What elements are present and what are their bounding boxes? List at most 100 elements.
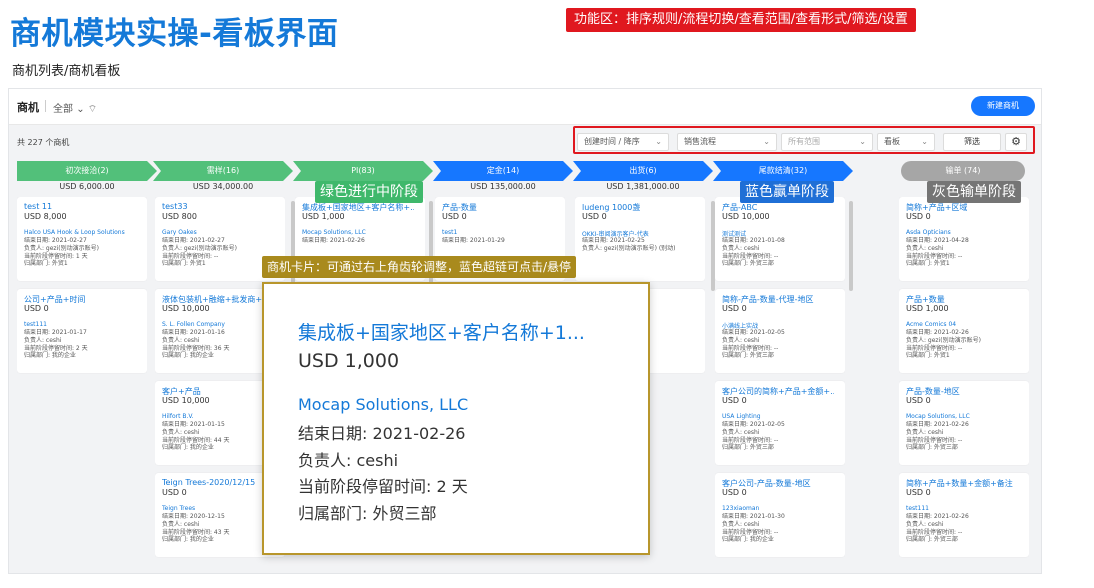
company-link[interactable]: Mocap Solutions, LLC (298, 395, 468, 414)
opportunity-name-link[interactable]: test 11 (24, 202, 136, 211)
card-detail-line: 归属部门: 我的企业 (722, 536, 774, 544)
opportunity-name-link[interactable]: Teign Trees-2020/12/15 (162, 478, 274, 487)
kanban-column: test 11 USD 8,000 Halco USA Hook & Loop So… (17, 197, 147, 573)
owner: 负责人: ceshi (298, 450, 399, 470)
company-link[interactable]: USA Lighting (722, 413, 834, 420)
stage-amount: USD 6,000.00 (59, 182, 115, 191)
card-detail-line: 负责人: ceshi (906, 520, 944, 528)
company-link[interactable]: Gary Oakes (162, 229, 274, 236)
card-detail-line: 结束日期: 2021-04-28 (906, 237, 969, 244)
opportunity-card[interactable]: 简称+产品+数量+金额+备注 USD 0 test111 结束日期: 2021-02-… (899, 473, 1029, 557)
card-details: 结束日期: 2021-02-26 负责人: ceshi 当前阶段停留时间: -- 归属… (906, 421, 1018, 452)
opportunity-card[interactable]: 产品+数量 USD 1,000 Acme Comics 04 结束日期: 2021-0… (899, 289, 1029, 373)
stage-4[interactable]: 出货(6) (573, 161, 713, 181)
card-details: 结束日期: 2021-02-25 负责人: gezi(别动演示账号) (别动) (582, 237, 694, 253)
opportunity-card[interactable]: 公司+产品+时间 USD 0 test111 结束日期: 2021-01-17 负责人:… (17, 289, 147, 373)
card-detail-line: 归属部门: 外贸三部 (722, 352, 774, 360)
card-detail-line: 负责人: ceshi (906, 428, 944, 436)
opportunity-amount: USD 0 (442, 212, 467, 221)
card-detail-line: 结束日期: 2021-01-16 (162, 329, 225, 336)
card-detail-line: 归属部门: 我的企业 (162, 444, 214, 452)
card-detail-line: 结束日期: 2021-01-17 (24, 329, 87, 336)
company-link[interactable]: Hilfort B.V. (162, 413, 274, 420)
card-details: 结束日期: 2021-02-05 负责人: ceshi 当前阶段停留时间: -- 归属… (722, 329, 834, 360)
card-detail-line: 结束日期: 2021-02-26 (906, 421, 969, 428)
card-detail-line: 负责人: ceshi (722, 244, 760, 252)
card-detail-line: 负责人: gezi(别动演示账号) (906, 336, 981, 344)
company-link[interactable]: test111 (24, 321, 136, 328)
opportunity-name-link[interactable]: 集成板+国家地区+客户名称+1... (298, 318, 628, 345)
opportunity-card[interactable]: 客户公司的简称+产品+金额+... USD 0 USA Lighting 结束日期: … (715, 381, 845, 465)
stage-1[interactable]: 需样(16) (153, 161, 293, 181)
card-details: 结束日期: 2021-01-29 (442, 237, 554, 245)
stage-5[interactable]: 尾款结清(32) (713, 161, 853, 181)
company-link[interactable]: Mocap Solutions, LLC (302, 229, 414, 236)
opportunity-card[interactable]: 产品-ABC USD 10,000 测试测试 结束日期: 2021-01-08 负责人:… (715, 197, 845, 281)
card-detail-line: 结束日期: 2020-12-15 (162, 513, 225, 520)
card-detail-line: 负责人: gezi(别动演示账号) (162, 244, 237, 252)
stage-stay-time: 当前阶段停留时间: 2 天 (298, 477, 468, 496)
opportunity-amount: USD 0 (582, 212, 607, 221)
company-link[interactable]: Acme Comics 04 (906, 321, 1018, 328)
card-detail-line: 结束日期: 2021-02-25 (582, 237, 645, 244)
page-subtitle: 商机列表/商机看板 (12, 64, 121, 79)
column-scrollbar[interactable] (849, 201, 853, 291)
app-header: 商机 全部 ⌄ ⌔ 新建商机 (9, 89, 1041, 125)
card-detail-line: 结束日期: 2021-02-27 (162, 237, 225, 244)
stage-3[interactable]: 定金(14) (433, 161, 573, 181)
card-details: 结束日期: 2021-02-26 (302, 237, 414, 245)
opportunity-card[interactable]: ludeng 1000盏 USD 0 OKKI-审阅演示客户-代表 结束日期: 202… (575, 197, 705, 281)
new-opportunity-button[interactable]: 新建商机 (971, 96, 1035, 116)
opportunity-card[interactable]: 客户公司-产品-数量-地区 USD 0 123xiaoman 结束日期: 2021-0… (715, 473, 845, 557)
card-detail-line: 负责人: ceshi (162, 428, 200, 436)
card-detail-line: 结束日期: 2021-02-05 (722, 329, 785, 336)
card-detail-line: 负责人: gezi(别动演示账号) (别动) (582, 244, 676, 252)
opportunity-amount: USD 10,000 (162, 396, 210, 405)
company-link[interactable]: S. L. Follen Company (162, 321, 274, 328)
card-detail-line: 负责人: gezi(别动演示账号) (24, 244, 99, 252)
blue-stage-annotation: 蓝色赢单阶段 (740, 181, 834, 203)
card-details: 结束日期: 2021-01-16 负责人: ceshi 当前阶段停留时间: 36 天… (162, 329, 274, 360)
opportunity-card[interactable]: test 11 USD 8,000 Halco USA Hook & Loop So… (17, 197, 147, 281)
company-link[interactable]: Mocap Solutions, LLC (906, 413, 1018, 420)
zoomed-opportunity-card[interactable]: 集成板+国家地区+客户名称+1... USD 1,000 Mocap Solut… (262, 282, 650, 555)
opportunity-amount: USD 1,000 (302, 212, 345, 221)
department: 归属部门: 外贸三部 (298, 503, 437, 523)
card-detail-line: 归属部门: 外贸1 (906, 352, 950, 360)
opportunity-amount: USD 8,000 (24, 212, 67, 221)
gray-stage-annotation: 灰色输单阶段 (927, 181, 1021, 203)
green-stage-annotation: 绿色进行中阶段 (315, 181, 423, 203)
scope-dropdown[interactable]: 全部 ⌄ ⌔ (53, 100, 97, 116)
card-detail-line: 归属部门: 外贸三部 (722, 260, 774, 268)
company-link[interactable]: Halco USA Hook & Loop Solutions (24, 229, 136, 236)
opportunity-name-link[interactable]: test33 (162, 202, 274, 211)
column-scrollbar[interactable] (711, 201, 715, 291)
company-link[interactable]: Teign Trees (162, 505, 274, 512)
opportunity-card[interactable]: 简称+产品+区域 USD 0 Asda Opticians 结束日期: 2021-04… (899, 197, 1029, 281)
company-link[interactable]: test1 (442, 229, 554, 236)
card-detail-line: 负责人: ceshi (722, 428, 760, 436)
card-details: 结束日期: 2021-02-26 负责人: ceshi 当前阶段停留时间: 2 … (298, 421, 468, 527)
opportunity-card[interactable]: 简称-产品-数量-代理-地区 USD 0 小满线上实战 结束日期: 2021-02-0… (715, 289, 845, 373)
card-details: 结束日期: 2021-01-15 负责人: ceshi 当前阶段停留时间: 44 天… (162, 421, 274, 452)
stage-0[interactable]: 初次接洽(2) (17, 161, 157, 181)
card-detail-line: 负责人: ceshi (906, 244, 944, 252)
card-details: 结束日期: 2021-01-30 负责人: ceshi 当前阶段停留时间: -- 归属… (722, 513, 834, 544)
opportunity-amount: USD 10,000 (162, 304, 210, 313)
card-detail-line: 负责人: ceshi (24, 336, 62, 344)
card-detail-line: 归属部门: 我的企业 (162, 352, 214, 360)
opportunity-amount: USD 10,000 (722, 212, 770, 221)
card-detail-line: 结束日期: 2021-02-26 (906, 329, 969, 336)
opportunity-amount: USD 1,000 (298, 350, 400, 372)
module-title: 商机 (17, 101, 39, 114)
card-details: 结束日期: 2021-02-27 负责人: gezi(别动演示账号) 当前阶段停留时… (162, 237, 274, 268)
company-link[interactable]: Asda Opticians (906, 229, 1018, 236)
company-link[interactable]: test111 (906, 505, 1018, 512)
stage-2[interactable]: PI(83) (293, 161, 433, 181)
company-link[interactable]: 123xiaoman (722, 505, 834, 512)
header-divider (45, 100, 46, 112)
card-detail-line: 归属部门: 外贸1 (162, 260, 206, 268)
scope-label: 全部 (53, 104, 73, 115)
opportunity-card[interactable]: 产品-数量-地区 USD 0 Mocap Solutions, LLC 结束日期: 2… (899, 381, 1029, 465)
stage-6[interactable]: 输单 (74) (901, 161, 1025, 181)
